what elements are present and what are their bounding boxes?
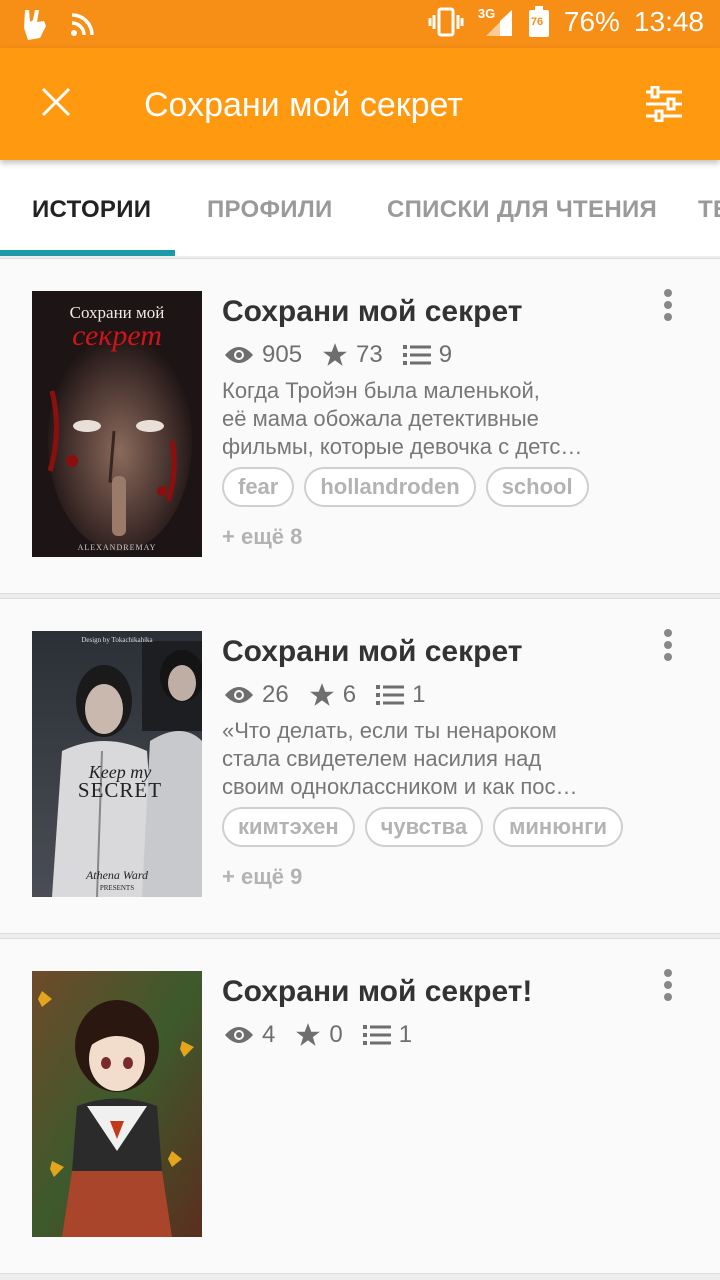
story-cover[interactable]: Сохрани мой секрет ALEXANDREMAY (32, 291, 202, 557)
rock-hand-icon (24, 10, 46, 40)
votes-count: 73 (356, 341, 383, 368)
battery-level-label: 76 (530, 16, 544, 28)
battery-percent: 76% (563, 6, 620, 37)
parts-count: 1 (412, 681, 426, 708)
views-count: 4 (262, 1021, 276, 1048)
views-count: 905 (262, 341, 303, 368)
tag-list: кимтэхен чувства минюнги + ещё 9 (222, 807, 652, 897)
votes-count: 6 (342, 681, 357, 708)
story-stats: 4 0 1 (224, 1021, 432, 1049)
cover-author: Athena Ward (85, 868, 149, 882)
story-cover[interactable] (32, 971, 202, 1237)
tag-chip[interactable]: fear (222, 467, 295, 507)
description-line: фильмы, которые девочка с детс… (222, 434, 583, 459)
clock: 13:48 (633, 6, 704, 37)
app-bar: Сохрани мой секрет (0, 48, 720, 160)
tab-stories[interactable]: ИСТОРИИ (32, 196, 151, 224)
page-title: Сохрани мой секрет (144, 86, 463, 124)
tab-bar: ИСТОРИИ ПРОФИЛИ СПИСКИ ДЛЯ ЧТЕНИЯ ТЕ (0, 160, 720, 256)
parts-count: 1 (398, 1021, 413, 1048)
story-title[interactable]: Сохрани мой секрет! (222, 975, 532, 1009)
more-options-icon[interactable] (660, 289, 676, 323)
cover-author: ALEXANDREMAY (78, 543, 157, 552)
story-card[interactable]: Сохрани мой секрет ALEXANDREMAY Сохрани … (0, 258, 720, 594)
list-icon (362, 1025, 391, 1045)
tag-chip[interactable]: чувства (364, 807, 484, 847)
description-line: её мама обожала детективные (222, 406, 539, 431)
eye-icon (225, 347, 253, 363)
description-line: своим одноклассником и как пос… (222, 774, 578, 799)
filter-settings-icon[interactable] (644, 86, 684, 122)
votes-count: 0 (329, 1021, 343, 1048)
tag-chip[interactable]: hollandroden (304, 467, 476, 507)
star-icon (296, 1023, 321, 1046)
tag-chip[interactable]: кимтэхен (222, 807, 355, 847)
more-tags-link[interactable]: + ещё 8 (222, 517, 302, 557)
tag-list: fear hollandroden school + ещё 8 (222, 467, 652, 557)
description-line: стала свидетелем насилия над (222, 746, 542, 771)
more-tags-link[interactable]: + ещё 9 (222, 857, 302, 897)
story-title[interactable]: Сохрани мой секрет (222, 635, 522, 669)
tag-chip[interactable]: минюнги (493, 807, 623, 847)
list-icon (402, 345, 431, 365)
cover-title-line2: SECRET (78, 778, 162, 802)
cover-presents: PRESENTS (100, 884, 134, 892)
battery-icon: 76 (528, 6, 550, 38)
more-options-icon[interactable] (660, 629, 676, 663)
story-description: «Что делать, если ты ненароком стала сви… (222, 717, 632, 801)
tab-profiles[interactable]: ПРОФИЛИ (207, 196, 333, 224)
status-bar: 3G 76 76% 13:48 (0, 0, 720, 48)
star-icon (309, 683, 334, 706)
views-count: 26 (262, 681, 289, 708)
tag-chip[interactable]: school (485, 467, 589, 507)
more-options-icon[interactable] (660, 969, 676, 1003)
description-line: «Что делать, если ты ненароком (222, 718, 557, 743)
story-cover[interactable]: Design by Tokachikahika Keep my SECRET A… (32, 631, 202, 897)
rss-icon (71, 13, 94, 36)
story-card[interactable]: Design by Tokachikahika Keep my SECRET A… (0, 598, 720, 934)
story-title[interactable]: Сохрани мой секрет (222, 295, 522, 329)
close-icon[interactable] (38, 84, 74, 120)
eye-icon (225, 687, 253, 703)
story-stats: 905 73 9 (224, 341, 472, 369)
story-stats: 26 6 1 (224, 681, 445, 709)
vibrate-icon (428, 7, 464, 37)
star-icon (323, 343, 347, 366)
story-description: Когда Тройэн была маленькой, её мама обо… (222, 377, 632, 461)
cover-title-line2: секрет (72, 319, 162, 352)
tab-reading-lists[interactable]: СПИСКИ ДЛЯ ЧТЕНИЯ (387, 196, 657, 224)
signal-icon: 3G (478, 6, 514, 38)
active-tab-indicator (0, 250, 175, 256)
parts-count: 9 (438, 341, 453, 368)
eye-icon (225, 1027, 253, 1043)
tab-more[interactable]: ТЕ (698, 196, 720, 224)
cover-design-credit: Design by Tokachikahika (81, 636, 153, 644)
description-line: Когда Тройэн была маленькой, (222, 378, 540, 403)
story-card[interactable]: Сохрани мой секрет! 4 0 1 (0, 938, 720, 1274)
list-icon (376, 685, 405, 705)
